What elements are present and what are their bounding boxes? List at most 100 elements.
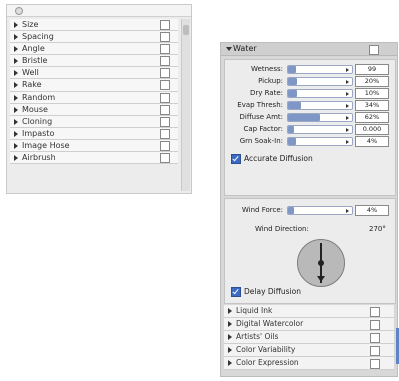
category-label: Airbrush [22, 153, 56, 163]
slider-fill [288, 114, 320, 121]
pickup-slider[interactable] [287, 77, 353, 86]
dial-arrow-icon [317, 276, 325, 282]
wind-direction-dial[interactable] [297, 239, 345, 287]
wetness-slider[interactable] [287, 65, 353, 74]
wind-controls: Wind Force: 4% Wind Direction: 270° Dela… [224, 198, 396, 304]
expand-triangle-icon [14, 118, 18, 125]
delay-diffusion-option[interactable]: Delay Diffusion [231, 287, 301, 297]
expand-triangle-icon [14, 94, 18, 101]
diffuse-amt-value[interactable]: 62% [355, 112, 389, 123]
expand-triangle-icon [228, 308, 232, 314]
additional-category-list: Liquid Ink Digital Watercolor Artists' O… [224, 305, 394, 370]
evap-thresh-slider[interactable] [287, 101, 353, 110]
category-toggle[interactable] [370, 307, 380, 317]
wind-force-value[interactable]: 4% [355, 205, 389, 216]
category-size[interactable]: Size [10, 19, 178, 32]
category-label: Digital Watercolor [236, 319, 304, 328]
category-toggle[interactable] [160, 116, 170, 127]
category-mouse[interactable]: Mouse [10, 103, 178, 116]
param-diffuse-amt: Diffuse Amt: 62% [225, 112, 395, 123]
category-image-hose[interactable]: Image Hose [10, 139, 178, 153]
category-toggle[interactable] [370, 359, 380, 369]
wetness-value[interactable]: 99 [355, 64, 389, 75]
delay-diffusion-checkbox[interactable] [231, 287, 241, 297]
slider-arrow-icon [346, 116, 349, 120]
category-rake[interactable]: Rake [10, 79, 178, 92]
cap-factor-slider[interactable] [287, 125, 353, 134]
param-label: Grn Soak-In: [239, 137, 283, 145]
category-airbrush[interactable]: Airbrush [10, 152, 178, 165]
category-toggle[interactable] [160, 104, 170, 115]
slider-arrow-icon [346, 104, 349, 108]
water-controls-panel: Water Wetness: 99 Pickup: 20% Dry Rate: … [220, 42, 398, 377]
category-toggle[interactable] [370, 320, 380, 330]
category-toggle[interactable] [160, 56, 170, 67]
category-artists-oils[interactable]: Artists' Oils [224, 331, 394, 344]
category-random[interactable]: Random [10, 91, 178, 104]
expand-triangle-icon [228, 321, 232, 327]
pickup-value[interactable]: 20% [355, 76, 389, 87]
category-toggle[interactable] [160, 92, 170, 103]
slider-fill [288, 66, 296, 73]
panel-scrollbar[interactable] [181, 19, 190, 191]
category-impasto[interactable]: Impasto [10, 127, 178, 140]
param-grn-soak-in: Grn Soak-In: 4% [225, 136, 395, 147]
expand-triangle-icon [14, 130, 18, 137]
category-toggle[interactable] [160, 80, 170, 91]
wind-force-slider[interactable] [287, 206, 353, 215]
cap-factor-value[interactable]: 0.000 [355, 124, 389, 135]
expand-triangle-icon [14, 22, 18, 28]
diffuse-amt-slider[interactable] [287, 113, 353, 122]
expand-triangle-icon [14, 142, 18, 149]
accurate-diffusion-label: Accurate Diffusion [244, 154, 313, 163]
panel-titlebar[interactable] [7, 5, 191, 17]
category-toggle[interactable] [160, 32, 170, 43]
category-toggle[interactable] [370, 346, 380, 356]
water-section-title: Water [233, 44, 257, 53]
category-label: Image Hose [22, 140, 70, 150]
category-label: Bristle [22, 56, 48, 66]
category-cloning[interactable]: Cloning [10, 115, 178, 128]
expand-triangle-icon [14, 155, 18, 162]
water-section-header[interactable]: Water [221, 43, 397, 56]
accurate-diffusion-checkbox[interactable] [231, 154, 241, 164]
category-label: Color Expression [236, 358, 299, 367]
category-toggle[interactable] [160, 153, 170, 164]
evap-thresh-value[interactable]: 34% [355, 100, 389, 111]
category-angle[interactable]: Angle [10, 43, 178, 56]
category-digital-watercolor[interactable]: Digital Watercolor [224, 318, 394, 331]
category-toggle[interactable] [160, 44, 170, 55]
collapse-triangle-icon [226, 47, 232, 51]
accurate-diffusion-option[interactable]: Accurate Diffusion [231, 154, 313, 164]
panel-close-icon[interactable] [15, 7, 23, 15]
category-toggle[interactable] [160, 68, 170, 79]
category-label: Liquid Ink [236, 306, 273, 315]
param-label: Cap Factor: [243, 125, 283, 133]
scrollbar-thumb[interactable] [183, 25, 189, 35]
brush-controls-panel: Size Spacing Angle Bristle Well Rake Ran… [6, 4, 192, 194]
category-label: Mouse [22, 104, 48, 114]
param-label: Pickup: [258, 77, 283, 85]
slider-arrow-icon [346, 80, 349, 84]
category-toggle[interactable] [160, 20, 170, 30]
slider-arrow-icon [346, 140, 349, 144]
category-label: Angle [22, 44, 45, 54]
category-toggle[interactable] [160, 140, 170, 151]
category-toggle[interactable] [370, 333, 380, 343]
slider-arrow-icon [346, 68, 349, 72]
dry-rate-value[interactable]: 10% [355, 88, 389, 99]
category-liquid-ink[interactable]: Liquid Ink [224, 305, 394, 318]
category-well[interactable]: Well [10, 67, 178, 80]
dry-rate-slider[interactable] [287, 89, 353, 98]
expand-triangle-icon [228, 347, 232, 353]
category-spacing[interactable]: Spacing [10, 31, 178, 44]
grn-soak-in-value[interactable]: 4% [355, 136, 389, 147]
water-section-toggle[interactable] [369, 45, 379, 55]
category-bristle[interactable]: Bristle [10, 55, 178, 68]
slider-fill [288, 78, 297, 85]
grn-soak-in-slider[interactable] [287, 137, 353, 146]
wind-direction-label: Wind Direction: [255, 225, 309, 233]
category-toggle[interactable] [160, 128, 170, 139]
category-color-variability[interactable]: Color Variability [224, 344, 394, 357]
category-color-expression[interactable]: Color Expression [224, 357, 394, 370]
